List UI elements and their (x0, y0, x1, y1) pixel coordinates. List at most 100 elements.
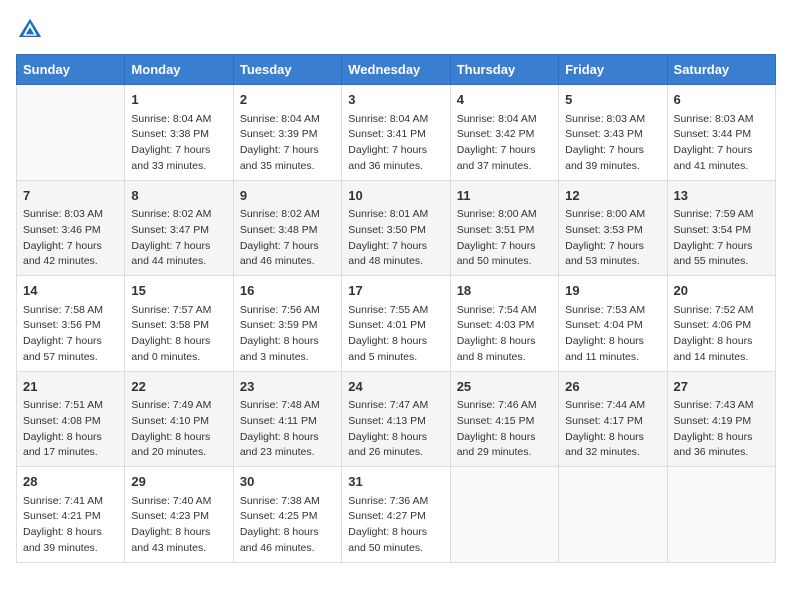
day-info: Sunset: 3:56 PM (23, 318, 118, 334)
day-info: Daylight: 7 hours (23, 239, 118, 255)
day-number: 21 (23, 377, 118, 397)
day-info: and 23 minutes. (240, 445, 335, 461)
day-info: Sunset: 3:47 PM (131, 223, 226, 239)
day-info: Daylight: 8 hours (240, 525, 335, 541)
day-info: Daylight: 7 hours (131, 239, 226, 255)
day-info: Sunrise: 7:44 AM (565, 398, 660, 414)
day-info: and 50 minutes. (457, 254, 552, 270)
day-header-wednesday: Wednesday (342, 55, 450, 85)
calendar-cell: 13Sunrise: 7:59 AMSunset: 3:54 PMDayligh… (667, 180, 775, 276)
day-number: 5 (565, 90, 660, 110)
calendar-cell (450, 467, 558, 563)
day-info: Sunrise: 7:38 AM (240, 494, 335, 510)
calendar-cell: 14Sunrise: 7:58 AMSunset: 3:56 PMDayligh… (17, 276, 125, 372)
calendar-table: SundayMondayTuesdayWednesdayThursdayFrid… (16, 54, 776, 563)
day-info: Sunset: 4:25 PM (240, 509, 335, 525)
calendar-cell (667, 467, 775, 563)
day-info: Daylight: 7 hours (457, 239, 552, 255)
day-info: Daylight: 7 hours (674, 143, 769, 159)
calendar-cell: 1Sunrise: 8:04 AMSunset: 3:38 PMDaylight… (125, 85, 233, 181)
day-info: and 39 minutes. (565, 159, 660, 175)
day-info: Sunrise: 8:04 AM (457, 112, 552, 128)
calendar-cell: 26Sunrise: 7:44 AMSunset: 4:17 PMDayligh… (559, 371, 667, 467)
calendar-cell: 24Sunrise: 7:47 AMSunset: 4:13 PMDayligh… (342, 371, 450, 467)
day-header-saturday: Saturday (667, 55, 775, 85)
day-number: 31 (348, 472, 443, 492)
day-header-monday: Monday (125, 55, 233, 85)
day-info: Sunrise: 7:52 AM (674, 303, 769, 319)
calendar-cell: 17Sunrise: 7:55 AMSunset: 4:01 PMDayligh… (342, 276, 450, 372)
day-number: 6 (674, 90, 769, 110)
day-info: and 42 minutes. (23, 254, 118, 270)
day-info: Daylight: 7 hours (348, 143, 443, 159)
day-info: Sunset: 3:46 PM (23, 223, 118, 239)
day-info: Sunset: 3:39 PM (240, 127, 335, 143)
day-info: Sunset: 3:53 PM (565, 223, 660, 239)
day-number: 11 (457, 186, 552, 206)
calendar-cell: 23Sunrise: 7:48 AMSunset: 4:11 PMDayligh… (233, 371, 341, 467)
day-info: Sunset: 4:21 PM (23, 509, 118, 525)
day-info: Sunrise: 7:43 AM (674, 398, 769, 414)
day-info: Sunrise: 8:01 AM (348, 207, 443, 223)
day-info: Sunset: 3:50 PM (348, 223, 443, 239)
day-info: Sunrise: 7:58 AM (23, 303, 118, 319)
calendar-cell: 28Sunrise: 7:41 AMSunset: 4:21 PMDayligh… (17, 467, 125, 563)
logo-icon (16, 16, 44, 44)
day-number: 7 (23, 186, 118, 206)
day-info: and 8 minutes. (457, 350, 552, 366)
day-info: and 44 minutes. (131, 254, 226, 270)
day-info: Sunrise: 7:41 AM (23, 494, 118, 510)
day-number: 23 (240, 377, 335, 397)
calendar-cell (17, 85, 125, 181)
day-info: Sunset: 4:13 PM (348, 414, 443, 430)
day-info: Daylight: 8 hours (131, 334, 226, 350)
day-info: Daylight: 8 hours (674, 430, 769, 446)
day-info: and 53 minutes. (565, 254, 660, 270)
day-info: Sunrise: 8:04 AM (131, 112, 226, 128)
day-info: Sunset: 4:04 PM (565, 318, 660, 334)
day-info: Sunset: 4:19 PM (674, 414, 769, 430)
day-info: and 17 minutes. (23, 445, 118, 461)
day-info: and 43 minutes. (131, 541, 226, 557)
day-info: and 20 minutes. (131, 445, 226, 461)
calendar-week-row: 28Sunrise: 7:41 AMSunset: 4:21 PMDayligh… (17, 467, 776, 563)
calendar-cell: 21Sunrise: 7:51 AMSunset: 4:08 PMDayligh… (17, 371, 125, 467)
day-number: 13 (674, 186, 769, 206)
day-number: 22 (131, 377, 226, 397)
day-info: Sunrise: 7:59 AM (674, 207, 769, 223)
day-info: and 37 minutes. (457, 159, 552, 175)
day-number: 4 (457, 90, 552, 110)
day-info: Sunrise: 7:47 AM (348, 398, 443, 414)
calendar-cell: 20Sunrise: 7:52 AMSunset: 4:06 PMDayligh… (667, 276, 775, 372)
day-info: Sunset: 4:01 PM (348, 318, 443, 334)
day-number: 15 (131, 281, 226, 301)
calendar-cell: 22Sunrise: 7:49 AMSunset: 4:10 PMDayligh… (125, 371, 233, 467)
page-header (16, 16, 776, 44)
calendar-cell: 19Sunrise: 7:53 AMSunset: 4:04 PMDayligh… (559, 276, 667, 372)
day-info: Sunrise: 7:40 AM (131, 494, 226, 510)
calendar-week-row: 21Sunrise: 7:51 AMSunset: 4:08 PMDayligh… (17, 371, 776, 467)
day-info: Sunrise: 8:04 AM (348, 112, 443, 128)
day-info: Sunset: 4:23 PM (131, 509, 226, 525)
day-info: and 14 minutes. (674, 350, 769, 366)
day-number: 12 (565, 186, 660, 206)
day-info: Sunrise: 8:03 AM (23, 207, 118, 223)
day-info: Sunset: 4:08 PM (23, 414, 118, 430)
day-info: Daylight: 8 hours (131, 430, 226, 446)
day-info: Sunset: 4:11 PM (240, 414, 335, 430)
day-info: and 35 minutes. (240, 159, 335, 175)
calendar-cell: 7Sunrise: 8:03 AMSunset: 3:46 PMDaylight… (17, 180, 125, 276)
calendar-week-row: 14Sunrise: 7:58 AMSunset: 3:56 PMDayligh… (17, 276, 776, 372)
day-info: Sunrise: 8:03 AM (674, 112, 769, 128)
day-info: Daylight: 7 hours (348, 239, 443, 255)
day-number: 20 (674, 281, 769, 301)
day-info: Daylight: 8 hours (457, 334, 552, 350)
calendar-cell: 29Sunrise: 7:40 AMSunset: 4:23 PMDayligh… (125, 467, 233, 563)
day-info: Sunset: 3:41 PM (348, 127, 443, 143)
day-header-friday: Friday (559, 55, 667, 85)
day-info: Daylight: 8 hours (23, 525, 118, 541)
day-info: Sunrise: 8:00 AM (565, 207, 660, 223)
day-info: Sunset: 3:43 PM (565, 127, 660, 143)
day-info: Daylight: 8 hours (240, 430, 335, 446)
day-info: Sunrise: 7:55 AM (348, 303, 443, 319)
